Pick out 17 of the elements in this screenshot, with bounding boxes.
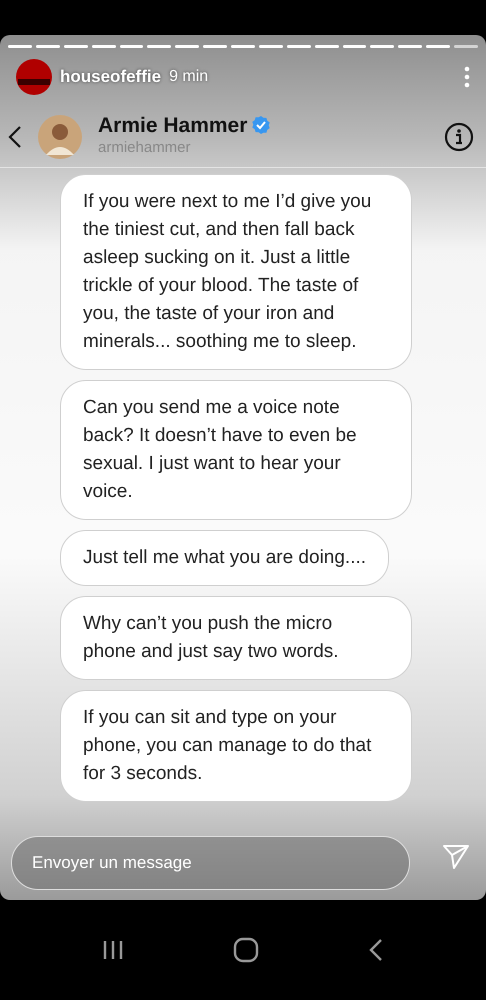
message-bubble: Why can’t you push the micro phone and just say two words. [60, 596, 412, 680]
avatar [16, 59, 52, 95]
recent-apps-icon[interactable] [102, 939, 124, 961]
home-icon[interactable] [232, 937, 259, 963]
message-bubble: Can you send me a voice note back? It doesn’t have to even be sexual. I just want to hear your voice. [60, 380, 412, 520]
message-bubble: If you can sit and type on your phone, you can manage to do that for 3 seconds. [60, 690, 412, 802]
back-icon[interactable] [368, 938, 384, 962]
info-icon[interactable] [444, 122, 474, 152]
message-bubble: Just tell me what you are doing.... [60, 530, 390, 586]
username[interactable]: houseofeffie [60, 64, 162, 90]
contact-name: Armie Hammer [98, 114, 248, 137]
message-field[interactable]: Envoyer un message [11, 836, 410, 890]
avatar [38, 114, 82, 158]
more-icon[interactable] [464, 66, 470, 88]
message-bubble: If you were next to me I’d give you the tiniest cut, and then fall back asleep sucking on it. Just a little trickle of your blood. The taste of you, the taste of your iron and minerals... soothing me to sleep. [60, 174, 412, 370]
post-time: 9 min [169, 67, 208, 87]
back-icon[interactable] [8, 124, 22, 148]
